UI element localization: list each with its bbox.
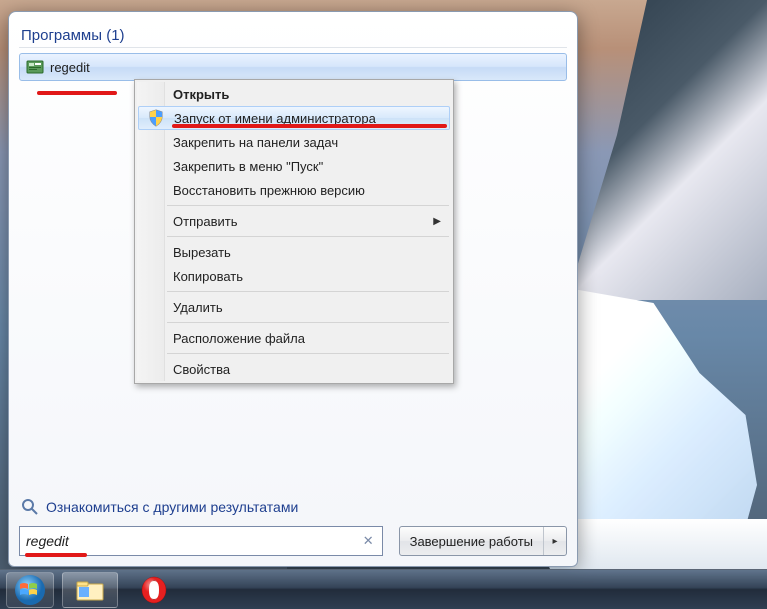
menu-item-restore-previous[interactable]: Восстановить прежнюю версию xyxy=(137,178,451,202)
see-more-results-link[interactable]: Ознакомиться с другими результатами xyxy=(19,492,567,526)
magnifier-icon xyxy=(21,498,39,516)
menu-item-open[interactable]: Открыть xyxy=(137,82,451,106)
start-menu-panel: Программы (1) regedit Открыть З xyxy=(8,11,578,567)
menu-item-pin-taskbar[interactable]: Закрепить на панели задач xyxy=(137,130,451,154)
menu-separator xyxy=(167,322,449,323)
shutdown-button[interactable]: Завершение работы ▸ xyxy=(399,526,567,556)
search-input-container: ✕ xyxy=(19,526,383,556)
menu-item-label: Удалить xyxy=(173,300,223,315)
programs-section-header: Программы (1) xyxy=(19,23,567,48)
shutdown-options-arrow[interactable]: ▸ xyxy=(544,536,566,547)
wallpaper-mountain xyxy=(567,0,767,300)
menu-item-pin-start[interactable]: Закрепить в меню "Пуск" xyxy=(137,154,451,178)
menu-separator xyxy=(167,291,449,292)
windows-logo-icon xyxy=(14,574,46,606)
taskbar xyxy=(0,569,767,609)
start-button[interactable] xyxy=(6,572,54,608)
annotation-underline-result xyxy=(37,91,117,95)
menu-item-label: Свойства xyxy=(173,362,230,377)
menu-item-delete[interactable]: Удалить xyxy=(137,295,451,319)
regedit-icon xyxy=(26,58,44,76)
search-result-regedit[interactable]: regedit xyxy=(19,53,567,81)
explorer-icon xyxy=(75,578,105,602)
menu-item-label: Закрепить на панели задач xyxy=(173,135,338,150)
shield-icon xyxy=(147,109,165,127)
see-more-results-label: Ознакомиться с другими результатами xyxy=(46,499,298,515)
menu-separator xyxy=(167,353,449,354)
menu-item-label: Открыть xyxy=(173,87,229,102)
menu-item-label: Копировать xyxy=(173,269,243,284)
menu-item-copy[interactable]: Копировать xyxy=(137,264,451,288)
annotation-underline-search xyxy=(25,553,87,557)
menu-item-cut[interactable]: Вырезать xyxy=(137,240,451,264)
taskbar-item-opera[interactable] xyxy=(126,572,182,608)
start-menu-bottom-row: ✕ Завершение работы ▸ xyxy=(19,526,567,556)
taskbar-item-explorer[interactable] xyxy=(62,572,118,608)
opera-icon xyxy=(140,576,168,604)
shutdown-button-main[interactable]: Завершение работы xyxy=(400,527,544,555)
shutdown-label: Завершение работы xyxy=(410,534,533,549)
menu-item-send-to[interactable]: Отправить ▶ xyxy=(137,209,451,233)
menu-item-label: Отправить xyxy=(173,214,237,229)
menu-item-label: Закрепить в меню "Пуск" xyxy=(173,159,323,174)
search-input[interactable] xyxy=(26,533,361,549)
menu-item-label: Расположение файла xyxy=(173,331,305,346)
menu-separator xyxy=(167,236,449,237)
search-result-label: regedit xyxy=(50,60,90,75)
menu-separator xyxy=(167,205,449,206)
menu-item-label: Вырезать xyxy=(173,245,231,260)
clear-search-button[interactable]: ✕ xyxy=(361,533,376,549)
wallpaper-snow xyxy=(570,519,767,569)
menu-item-label: Восстановить прежнюю версию xyxy=(173,183,365,198)
annotation-underline-admin xyxy=(172,124,447,128)
submenu-arrow-icon: ▶ xyxy=(433,216,441,227)
menu-item-file-location[interactable]: Расположение файла xyxy=(137,326,451,350)
menu-item-properties[interactable]: Свойства xyxy=(137,357,451,381)
